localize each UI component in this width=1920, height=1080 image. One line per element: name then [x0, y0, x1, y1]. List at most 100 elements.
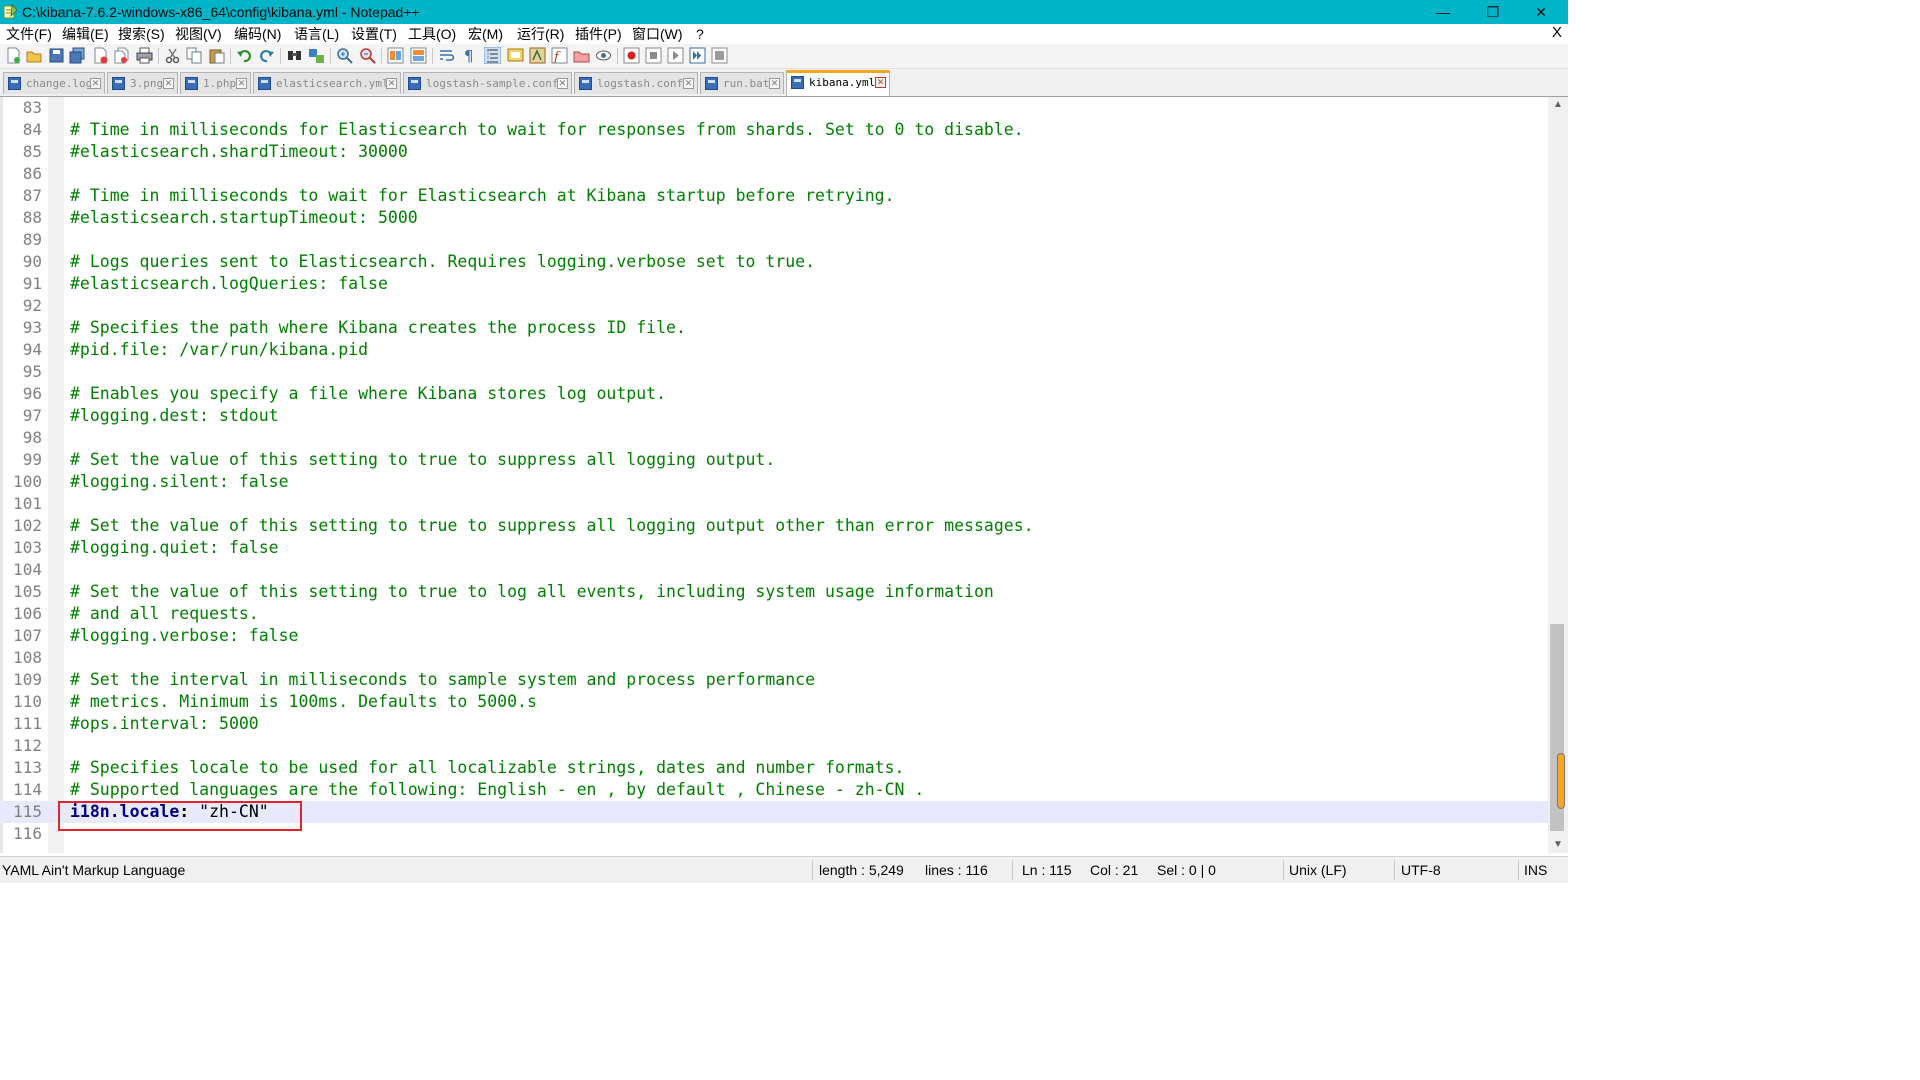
stop-macro-icon[interactable]	[645, 47, 662, 64]
editor-line[interactable]: 106 # and all requests.	[0, 603, 1548, 625]
show-all-chars-icon[interactable]: ¶	[461, 47, 478, 64]
menu-edit[interactable]: 编辑(E)	[62, 26, 109, 42]
print-icon[interactable]	[136, 47, 153, 64]
minimize-button[interactable]: —	[1420, 0, 1466, 24]
save-all-icon[interactable]	[69, 47, 86, 64]
menu-plugins[interactable]: 插件(P)	[575, 26, 622, 42]
tab-kibana-yml[interactable]: kibana.yml ✕	[786, 70, 890, 96]
editor-line[interactable]: 91 #elasticsearch.logQueries: false	[0, 273, 1548, 295]
editor-line[interactable]: 94 #pid.file: /var/run/kibana.pid	[0, 339, 1548, 361]
close-document-button[interactable]: X	[1552, 25, 1562, 41]
menu-view[interactable]: 视图(V)	[175, 26, 222, 42]
editor-line[interactable]: 84 # Time in milliseconds for Elasticsear…	[0, 119, 1548, 141]
editor-line[interactable]: 103 #logging.quiet: false	[0, 537, 1548, 559]
menu-encoding[interactable]: 编码(N)	[234, 26, 281, 42]
scroll-down-arrow-icon[interactable]: ▼	[1548, 837, 1568, 853]
menu-search[interactable]: 搜索(S)	[118, 26, 165, 42]
editor-line[interactable]: 99 # Set the value of this setting to tru…	[0, 449, 1548, 471]
menu-tools[interactable]: 工具(O)	[408, 26, 456, 42]
language-icon[interactable]	[507, 47, 524, 64]
editor-line[interactable]: 87 # Time in milliseconds to wait for Ela…	[0, 185, 1548, 207]
restore-button[interactable]: ❐	[1470, 0, 1516, 24]
replace-icon[interactable]	[308, 47, 325, 64]
copy-icon[interactable]	[186, 47, 203, 64]
sync-horizontal-icon[interactable]	[410, 47, 427, 64]
tab-run-bat[interactable]: run.bat ✕	[700, 72, 784, 94]
editor-line[interactable]: 90 # Logs queries sent to Elasticsearch. …	[0, 251, 1548, 273]
editor-line[interactable]: 96 # Enables you specify a file where Kib…	[0, 383, 1548, 405]
tab-1-php[interactable]: 1.php ✕	[180, 72, 251, 94]
save-icon[interactable]	[48, 47, 65, 64]
sync-vertical-icon[interactable]	[387, 47, 404, 64]
editor-line[interactable]: 114 # Supported languages are the followi…	[0, 779, 1548, 801]
tab-elasticsearch-yml[interactable]: elasticsearch.yml ✕	[253, 72, 401, 94]
editor-line[interactable]: 85 #elasticsearch.shardTimeout: 30000	[0, 141, 1548, 163]
zoom-in-icon[interactable]	[336, 47, 353, 64]
editor-line[interactable]: 93 # Specifies the path where Kibana crea…	[0, 317, 1548, 339]
editor-line[interactable]: 100 #logging.silent: false	[0, 471, 1548, 493]
tab-3-png[interactable]: 3.png ✕	[107, 72, 178, 94]
tab-close-icon[interactable]: ✕	[683, 78, 694, 89]
menu-language[interactable]: 语言(L)	[294, 26, 339, 42]
status-eol-format[interactable]: Unix (LF)	[1289, 862, 1347, 878]
cut-icon[interactable]	[164, 47, 181, 64]
paste-icon[interactable]	[208, 47, 225, 64]
editor-line[interactable]: 110 # metrics. Minimum is 100ms. Defaults…	[0, 691, 1548, 713]
editor-line[interactable]: 107 #logging.verbose: false	[0, 625, 1548, 647]
word-wrap-icon[interactable]	[438, 47, 455, 64]
editor-line[interactable]: 111 #ops.interval: 5000	[0, 713, 1548, 735]
menu-run[interactable]: 运行(R)	[517, 26, 564, 42]
close-window-button[interactable]: ✕	[1518, 0, 1564, 24]
tab-close-icon[interactable]: ✕	[90, 78, 101, 89]
editor-line[interactable]: 109 # Set the interval in milliseconds to…	[0, 669, 1548, 691]
menu-window[interactable]: 窗口(W)	[632, 26, 683, 42]
doc-map-icon[interactable]	[529, 47, 546, 64]
tab-close-icon[interactable]: ✕	[769, 78, 780, 89]
tab-close-icon[interactable]: ✕	[163, 78, 174, 89]
editor-line[interactable]: 95	[0, 361, 1548, 383]
vertical-scrollbar[interactable]: ▲ ▼	[1548, 97, 1568, 853]
tab-logstash-sample-conf[interactable]: logstash-sample.conf ✕	[403, 72, 572, 94]
indent-guide-icon[interactable]	[484, 47, 501, 64]
zoom-out-icon[interactable]	[359, 47, 376, 64]
editor-line[interactable]: 92	[0, 295, 1548, 317]
find-icon[interactable]	[286, 47, 303, 64]
editor-line[interactable]: 102 # Set the value of this setting to tr…	[0, 515, 1548, 537]
editor-line[interactable]: 112	[0, 735, 1548, 757]
editor-line[interactable]: 108	[0, 647, 1548, 669]
undo-icon[interactable]	[236, 47, 253, 64]
tab-close-icon[interactable]: ✕	[875, 77, 886, 88]
editor-line[interactable]: 113 # Specifies locale to be used for all…	[0, 757, 1548, 779]
editor-line[interactable]: 101	[0, 493, 1548, 515]
status-encoding[interactable]: UTF-8	[1401, 862, 1441, 878]
editor-line[interactable]: 83	[0, 97, 1548, 119]
run-macro-multiple-icon[interactable]	[689, 47, 706, 64]
folder-workspace-icon[interactable]	[573, 47, 590, 64]
menu-file[interactable]: 文件(F)	[6, 26, 52, 42]
code-editor[interactable]: 83 84 # Time in milliseconds for Elasticse…	[0, 97, 1548, 853]
record-macro-icon[interactable]	[623, 47, 640, 64]
tab-close-icon[interactable]: ✕	[386, 78, 397, 89]
tab-close-icon[interactable]: ✕	[557, 78, 568, 89]
save-macro-icon[interactable]	[711, 47, 728, 64]
close-icon[interactable]	[92, 47, 109, 64]
editor-line[interactable]: 97 #logging.dest: stdout	[0, 405, 1548, 427]
tab-logstash-conf[interactable]: logstash.conf ✕	[574, 72, 698, 94]
editor-line[interactable]: 98	[0, 427, 1548, 449]
redo-icon[interactable]	[258, 47, 275, 64]
menu-macro[interactable]: 宏(M)	[468, 26, 503, 42]
menu-settings[interactable]: 设置(T)	[351, 26, 397, 42]
play-macro-icon[interactable]	[667, 47, 684, 64]
editor-line[interactable]: 89	[0, 229, 1548, 251]
editor-line[interactable]: 86	[0, 163, 1548, 185]
menu-help[interactable]: ?	[696, 26, 704, 42]
function-list-icon[interactable]: f	[551, 47, 568, 64]
editor-line[interactable]: 105 # Set the value of this setting to tr…	[0, 581, 1548, 603]
close-all-icon[interactable]	[113, 47, 130, 64]
monitor-icon[interactable]	[595, 47, 612, 64]
editor-line[interactable]: 104	[0, 559, 1548, 581]
tab-close-icon[interactable]: ✕	[236, 78, 247, 89]
editor-line[interactable]: 88 #elasticsearch.startupTimeout: 5000	[0, 207, 1548, 229]
new-file-icon[interactable]	[5, 47, 22, 64]
scroll-up-arrow-icon[interactable]: ▲	[1548, 97, 1568, 113]
